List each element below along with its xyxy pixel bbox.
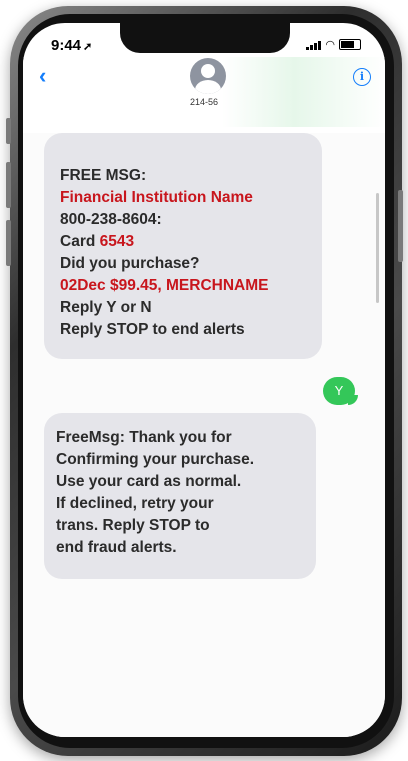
message-line: Card 6543 [60, 231, 322, 253]
wifi-icon: ◠ [325, 39, 335, 51]
status-time-text: 9:44 [51, 37, 82, 54]
card-number-highlight: 6543 [99, 233, 135, 250]
message-line: Did you purchase? [60, 255, 200, 272]
scrollbar[interactable] [376, 193, 379, 303]
status-time: 9:44 ➚ [51, 37, 92, 54]
message-line: FreeMsg: Thank you for [56, 429, 232, 446]
phone-screen: 9:44 ➚ ◠ ‹ 214-56 i FREE MSG: Financial I… [23, 23, 385, 737]
message-line: Use your card as normal. [56, 473, 242, 490]
message-line-highlight: 02Dec $99.45, MERCHNAME [60, 277, 269, 294]
contact-name[interactable]: 214-56 [23, 97, 385, 107]
sent-message-bubble[interactable]: Y [323, 377, 358, 405]
message-line: Confirming your purchase. [56, 451, 255, 468]
mute-switch [6, 118, 11, 144]
message-list[interactable]: FREE MSG: Financial Institution Name 800… [23, 133, 385, 737]
received-message-bubble[interactable]: FreeMsg: Thank you for Confirming your p… [44, 413, 316, 579]
message-line: Reply STOP to end alerts [60, 321, 245, 338]
battery-icon [339, 39, 361, 50]
volume-down-button [6, 220, 11, 266]
avatar-body [195, 80, 221, 94]
notch [120, 23, 290, 53]
location-arrow-icon: ➚ [83, 41, 93, 53]
contact-avatar[interactable] [190, 58, 226, 94]
back-chevron-icon[interactable]: ‹ [39, 63, 46, 89]
message-line: Reply Y or N [60, 299, 152, 316]
message-line: end fraud alerts. [56, 539, 177, 556]
message-line-highlight: Financial Institution Name [60, 189, 253, 206]
message-line: trans. Reply STOP to [56, 517, 210, 534]
status-icons: ◠ [306, 39, 361, 51]
message-line: If declined, retry your [56, 495, 214, 512]
message-line: FREE MSG: [60, 167, 147, 184]
volume-up-button [6, 162, 11, 208]
cellular-signal-icon [306, 41, 322, 50]
message-line-prefix: Card [60, 233, 100, 250]
message-line: 800-238-8604: [60, 211, 162, 228]
info-icon[interactable]: i [353, 68, 371, 86]
received-message-bubble[interactable]: FREE MSG: Financial Institution Name 800… [44, 133, 322, 359]
power-button [398, 190, 403, 262]
avatar-head [201, 64, 215, 78]
